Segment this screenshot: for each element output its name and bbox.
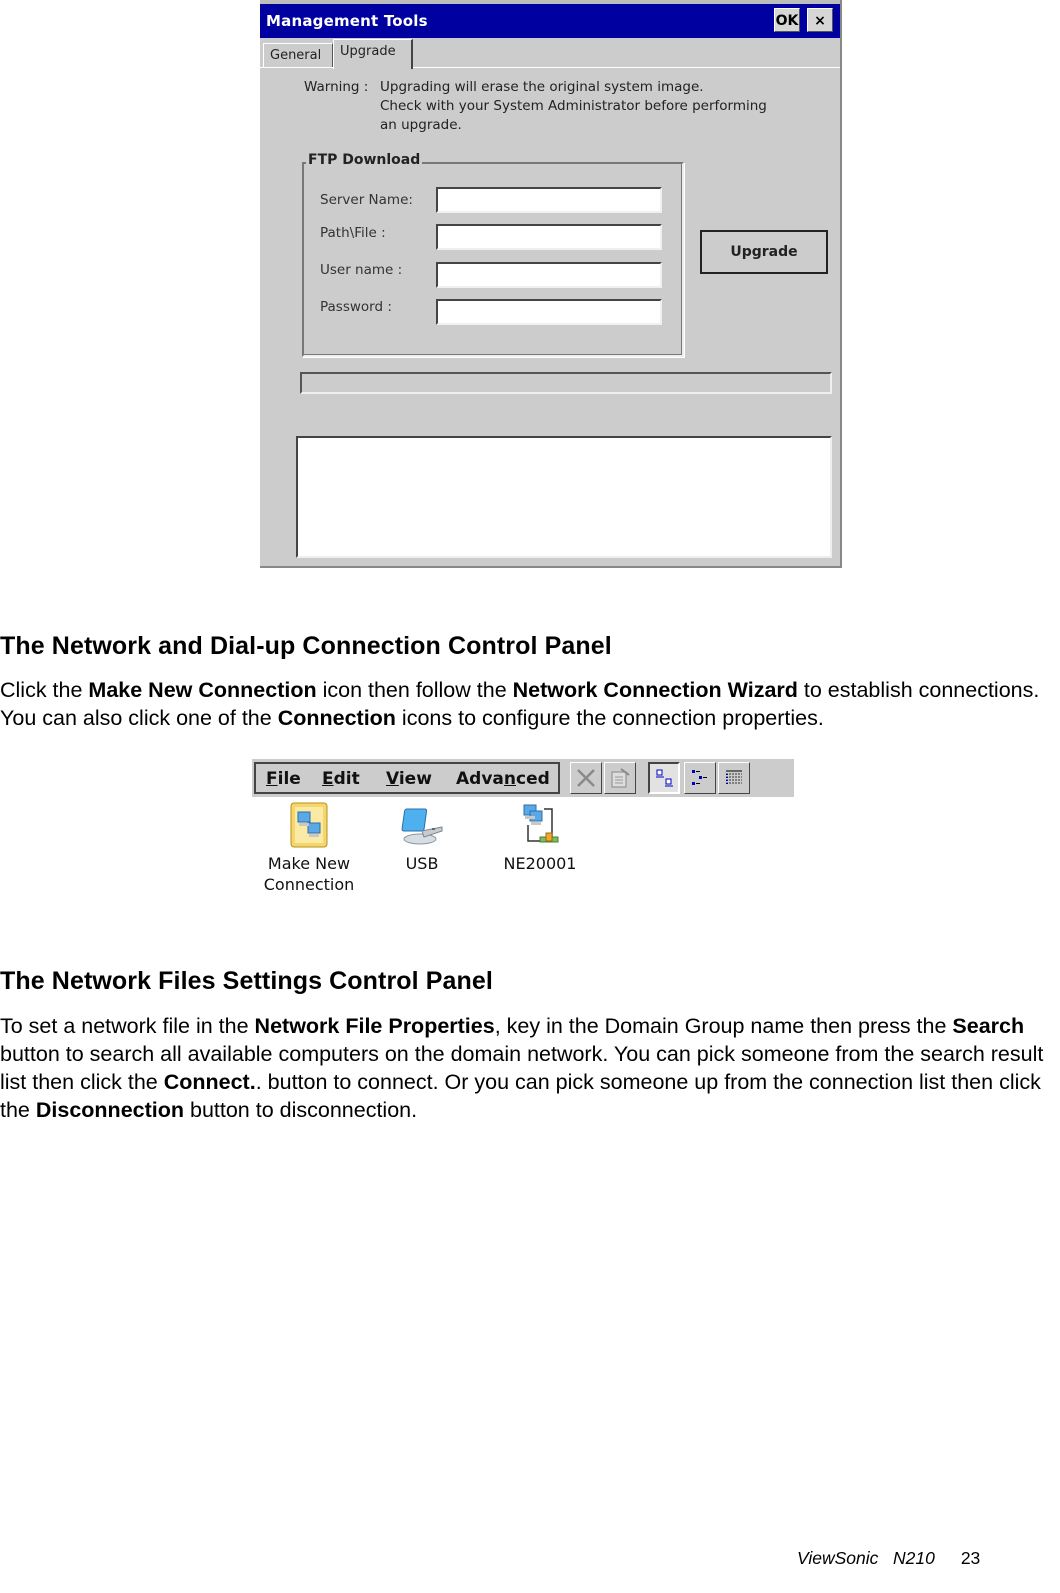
ne20001-connection-item[interactable]: NE20001 (492, 801, 588, 874)
dialog-titlebar: Management Tools OK × (260, 4, 840, 38)
warning-line: Check with your System Administrator bef… (380, 98, 767, 114)
usb-connection-icon (401, 808, 443, 845)
close-button[interactable]: × (807, 8, 833, 32)
text-run: icons to configure the connection proper… (395, 706, 824, 730)
text-run: Click the (0, 678, 89, 702)
tab-general[interactable]: General (263, 43, 333, 67)
bold-term: Connect. (163, 1070, 256, 1094)
tab-upgrade[interactable]: Upgrade (333, 39, 413, 69)
large-icons-view-icon (656, 769, 673, 787)
user-name-label: User name : (320, 262, 403, 278)
section-heading-network-files: The Network Files Settings Control Panel (0, 967, 493, 995)
menu-advanced[interactable]: Advanced (456, 769, 550, 789)
menu-bar: File Edit View Advanced (254, 762, 560, 794)
bold-term: Network File Properties (254, 1014, 495, 1038)
footer-model: N210 (892, 1548, 935, 1568)
delete-icon (577, 769, 595, 787)
footer-brand: ViewSonic (797, 1548, 879, 1568)
bold-term: Make New Connection (88, 678, 317, 702)
details-view-button[interactable] (718, 762, 750, 794)
upgrade-log-box[interactable] (296, 436, 832, 558)
usb-connection-item[interactable]: USB (380, 801, 464, 874)
management-tools-dialog: Management Tools OK × General Upgrade Wa… (260, 0, 842, 568)
server-name-input[interactable] (436, 187, 662, 213)
details-view-icon (726, 770, 742, 784)
path-file-label: Path\File : (320, 225, 386, 241)
dialog-title: Management Tools (266, 12, 428, 30)
ok-button[interactable]: OK (774, 8, 800, 32)
small-icons-view-icon (692, 770, 707, 785)
upgrade-warning: Warning : Upgrading will erase the origin… (304, 78, 767, 135)
path-file-input[interactable] (436, 224, 662, 250)
password-label: Password : (320, 299, 392, 315)
properties-icon (611, 768, 630, 788)
bold-term: Network Connection Wizard (512, 678, 798, 702)
bold-term: Disconnection (35, 1098, 185, 1122)
network-connection-icon (523, 804, 559, 843)
menu-view[interactable]: View (386, 769, 432, 789)
warning-line: Upgrading will erase the original system… (380, 79, 704, 95)
text-run: button to disconnection. (184, 1098, 418, 1122)
warning-line: an upgrade. (380, 117, 462, 133)
ftp-download-group-title: FTP Download (306, 152, 423, 168)
upgrade-button[interactable]: Upgrade (700, 230, 828, 274)
text-run: icon then follow the (316, 678, 513, 702)
upgrade-progress-bar (300, 372, 832, 394)
item-label: NE20001 (503, 854, 577, 873)
text-run: , key in the Domain Group name then pres… (494, 1014, 953, 1038)
page-footer: ViewSonic N210 23 (797, 1548, 980, 1569)
delete-button[interactable] (570, 762, 602, 794)
small-icons-view-button[interactable] (684, 762, 716, 794)
command-bar: File Edit View Advanced (252, 759, 794, 797)
warning-label: Warning : (304, 79, 369, 95)
item-label: Connection (263, 875, 355, 894)
text-run: To set a network file in the (0, 1014, 255, 1038)
large-icons-view-button[interactable] (648, 762, 680, 794)
section-heading-network-dialup: The Network and Dial-up Connection Contr… (0, 632, 612, 660)
close-icon: × (814, 13, 826, 29)
menu-file[interactable]: File (266, 769, 301, 789)
server-name-label: Server Name: (320, 192, 413, 208)
bold-term: Search (952, 1014, 1025, 1038)
item-label: Make New (267, 854, 351, 873)
page-number: 23 (960, 1548, 981, 1568)
make-new-connection-item[interactable]: Make New Connection (254, 801, 364, 895)
user-name-input[interactable] (436, 262, 662, 288)
make-new-connection-icon (290, 802, 328, 848)
bold-term: Connection (277, 706, 396, 730)
properties-button[interactable] (604, 762, 636, 794)
network-connections-window: File Edit View Advanced Make New Connect… (252, 759, 794, 933)
item-label: USB (405, 854, 439, 873)
tab-strip: General Upgrade (260, 38, 840, 69)
section-paragraph-network-files: To set a network file in the Network Fil… (0, 1012, 1060, 1124)
password-input[interactable] (436, 299, 662, 325)
menu-edit[interactable]: Edit (322, 769, 360, 789)
section-paragraph-network-dialup: Click the Make New Connection icon then … (0, 676, 1060, 732)
